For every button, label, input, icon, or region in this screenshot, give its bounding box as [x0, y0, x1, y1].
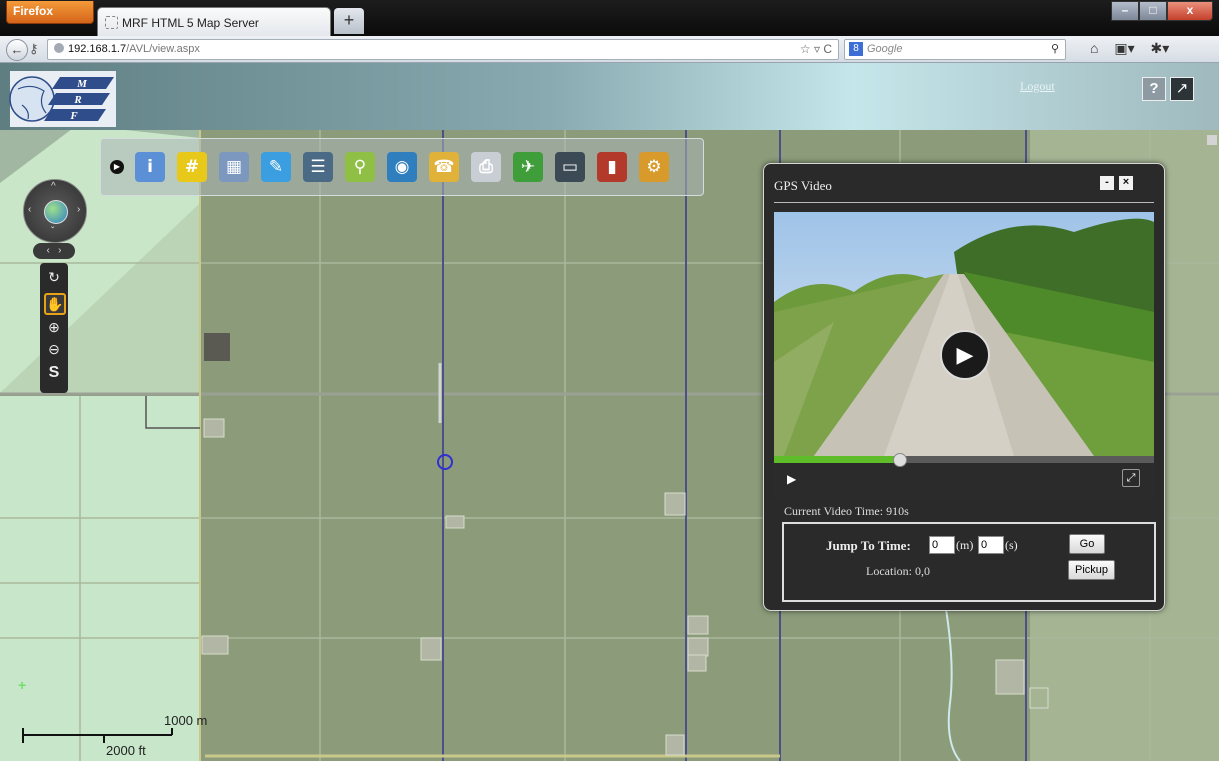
svg-text:F: F: [69, 110, 78, 122]
firefox-menu-button[interactable]: Firefox: [6, 1, 94, 24]
globe-icon: [54, 43, 64, 53]
table-icon[interactable]: ▦: [219, 152, 249, 182]
print-icon[interactable]: ⎙: [471, 152, 501, 182]
browser-toolbar-icons: ⌂ ▣▾ ✱▾: [1090, 40, 1169, 57]
search-bar[interactable]: 8 Google ⚲: [844, 39, 1066, 60]
mrf-logo-icon: M R F: [9, 71, 116, 127]
seconds-unit-label: (s): [1005, 538, 1018, 552]
pan-up-icon[interactable]: ^: [51, 181, 56, 192]
pan-left-icon[interactable]: ‹: [28, 204, 31, 215]
contacts-icon[interactable]: ☎: [429, 152, 459, 182]
pan-hand-icon[interactable]: ✋: [44, 293, 66, 315]
url-path: /AVL/view.aspx: [126, 43, 200, 55]
video-progress-fill: [774, 456, 900, 463]
edit-icon[interactable]: ✎: [261, 152, 291, 182]
gps-video-panel: GPS Video - × ▶ ▶ ⤢ Current Video Time: …: [763, 163, 1165, 611]
logout-link[interactable]: Logout: [1020, 79, 1055, 94]
scale-imperial-label: 2000 ft: [106, 743, 146, 758]
window-close-button[interactable]: x: [1167, 1, 1213, 21]
jump-to-time-box: Jump To Time: (m) (s) Go Location: 0,0 P…: [782, 522, 1156, 602]
search-icon[interactable]: ⚲: [345, 152, 375, 182]
seconds-input[interactable]: [978, 536, 1004, 554]
zoom-toolbar: ↻ ✋ ⊕ ⊖ S: [40, 263, 68, 393]
url-bar[interactable]: 192.168.1.7/AVL/view.aspx ☆ ▿ C: [47, 39, 839, 60]
scale-bar: 1000 m 2000 ft: [22, 713, 222, 758]
app-banner: [0, 63, 1219, 130]
crosshair-icon: +: [18, 677, 27, 693]
panel-divider: [774, 202, 1154, 203]
jump-to-time-label: Jump To Time:: [826, 538, 911, 553]
current-video-time: Current Video Time: 910s: [784, 504, 909, 518]
panel-close-button[interactable]: ×: [1119, 176, 1133, 190]
gps-satellite-icon[interactable]: ✈: [513, 152, 543, 182]
reload-icon[interactable]: C: [823, 42, 832, 56]
video-play-icon[interactable]: ▶: [787, 472, 796, 486]
measure-grid-icon[interactable]: #: [177, 152, 207, 182]
window-minimize-button[interactable]: –: [1111, 1, 1139, 21]
svg-text:M: M: [76, 78, 88, 90]
bookmarks-menu-icon[interactable]: ▣▾: [1114, 40, 1134, 56]
search-icon[interactable]: ⚲: [1051, 40, 1059, 59]
big-play-button[interactable]: ▶: [940, 330, 990, 380]
toolbar-expand-icon[interactable]: ▶: [110, 160, 124, 174]
fullscreen-icon[interactable]: ⤢: [1122, 469, 1140, 487]
identity-key-icon[interactable]: ⚷: [29, 41, 39, 57]
back-button[interactable]: ←: [6, 39, 28, 61]
home-icon[interactable]: ⌂: [1090, 40, 1098, 56]
book-icon[interactable]: ▮: [597, 152, 627, 182]
video-progress-bar[interactable]: [774, 453, 1154, 467]
open-external-icon[interactable]: ↗: [1170, 77, 1194, 101]
zoom-in-icon[interactable]: ⊕: [44, 317, 64, 337]
page-favicon-icon: [105, 16, 118, 29]
history-dropdown-icon[interactable]: ▿: [814, 42, 820, 56]
url-host: 192.168.1.7: [68, 43, 127, 55]
scale-metric-label: 1000 m: [164, 713, 208, 728]
device-icon[interactable]: ▭: [555, 152, 585, 182]
video-control-bar: ▶ ⤢: [774, 453, 1154, 498]
gps-position-marker[interactable]: [437, 454, 453, 470]
browser-tab[interactable]: MRF HTML 5 Map Server: [97, 7, 331, 37]
refresh-icon[interactable]: ↻: [44, 267, 64, 287]
minutes-input[interactable]: [929, 536, 955, 554]
addon-icon[interactable]: ✱▾: [1151, 40, 1170, 56]
window-maximize-button[interactable]: □: [1139, 1, 1167, 21]
pan-control[interactable]: ^ ‹ › ˇ: [23, 179, 87, 243]
video-progress-knob[interactable]: [893, 453, 908, 467]
new-tab-button[interactable]: +: [334, 8, 364, 34]
select-s-icon[interactable]: S: [44, 363, 64, 383]
google-logo-icon[interactable]: 8: [849, 42, 863, 56]
help-button[interactable]: ?: [1142, 77, 1166, 101]
rotate-controls[interactable]: ‹ ›: [33, 243, 75, 259]
svg-text:R: R: [73, 94, 81, 106]
panel-title: GPS Video: [774, 178, 832, 193]
go-button[interactable]: Go: [1069, 534, 1105, 554]
rotate-left-icon[interactable]: ‹: [46, 245, 49, 256]
search-placeholder: Google: [867, 43, 903, 55]
map-toolbar: ▶ i # ▦ ✎ ☰ ⚲ ◉ ☎ ⎙ ✈ ▭ ▮ ⚙: [100, 138, 704, 196]
bookmark-star-icon[interactable]: ☆: [800, 42, 811, 56]
zoom-to-icon[interactable]: ◉: [387, 152, 417, 182]
user-tools-icon[interactable]: ⚙: [639, 152, 669, 182]
pickup-button[interactable]: Pickup: [1068, 560, 1116, 580]
minutes-unit-label: (m): [956, 538, 974, 552]
navigation-bar: ← ⚷ 192.168.1.7/AVL/view.aspx ☆ ▿ C 8 Goo…: [0, 36, 1219, 63]
pan-right-icon[interactable]: ›: [77, 204, 80, 215]
video-player[interactable]: ▶ ▶ ⤢: [774, 212, 1154, 498]
info-icon[interactable]: i: [135, 152, 165, 182]
layers-list-icon[interactable]: ☰: [303, 152, 333, 182]
rotate-right-icon[interactable]: ›: [58, 245, 61, 256]
pan-down-icon[interactable]: ˇ: [51, 226, 54, 237]
map-view[interactable]: M R F Logout ? ↗ ▶ i # ▦ ✎ ☰ ⚲ ◉ ☎ ⎙ ✈ ▭ ▮ ⚙ ^ ‹ › ˇ…: [0, 63, 1219, 761]
zoom-out-icon[interactable]: ⊖: [44, 339, 64, 359]
globe-home-icon[interactable]: [44, 200, 68, 224]
panel-minimize-button[interactable]: -: [1100, 176, 1114, 190]
window-controls: – □ x: [1111, 1, 1213, 21]
browser-titlebar: Firefox MRF HTML 5 Map Server + – □ x: [0, 0, 1219, 37]
url-bar-icons: ☆ ▿ C: [800, 40, 832, 59]
location-text: Location: 0,0: [866, 564, 930, 578]
tab-title: MRF HTML 5 Map Server: [122, 16, 259, 30]
